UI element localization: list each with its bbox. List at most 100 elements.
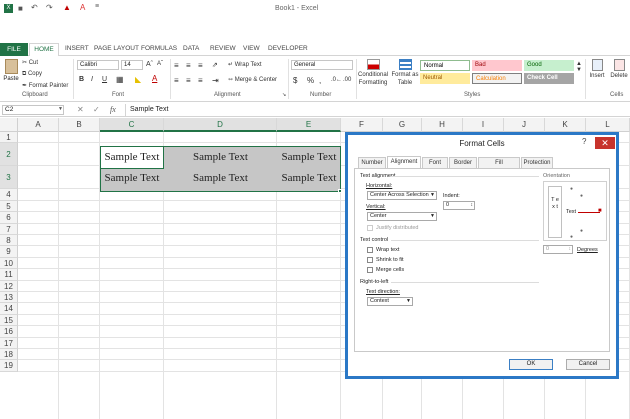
merge-center-button[interactable]: ⇿ Merge & Center	[228, 76, 277, 83]
orientation-icon[interactable]: ⇗	[212, 61, 218, 69]
shrink-to-fit-checkbox[interactable]	[367, 257, 373, 263]
format-painter-button[interactable]: ✒ Format Painter	[22, 82, 68, 89]
ok-button[interactable]: OK	[509, 359, 553, 370]
cancel-entry-icon[interactable]: ✕	[77, 105, 84, 114]
wrap-text-button[interactable]: ↵ Wrap Text	[228, 61, 262, 68]
style-calculation[interactable]: Calculation	[472, 73, 522, 84]
row-header-4[interactable]: 4	[0, 189, 18, 201]
row-header-16[interactable]: 16	[0, 326, 18, 338]
font-color-quick-icon[interactable]: ▲	[63, 3, 71, 12]
undo-icon[interactable]: ↶	[31, 3, 38, 12]
tab-insert[interactable]: INSERT	[65, 45, 89, 52]
style-normal[interactable]: Normal	[420, 60, 470, 71]
format-as-table-button[interactable]: Format as Table	[391, 59, 419, 87]
row-header-8[interactable]: 8	[0, 235, 18, 247]
tab-protection[interactable]: Protection	[521, 157, 553, 168]
delete-cells-button[interactable]: Delete	[608, 59, 630, 79]
italic-button[interactable]: I	[91, 76, 93, 83]
horizontal-select[interactable]: Center Across Selection ▼	[367, 191, 437, 200]
number-format-combo[interactable]: General	[291, 60, 353, 70]
cell-e3[interactable]: Sample Text	[277, 169, 341, 192]
row-header-5[interactable]: 5	[0, 200, 18, 213]
row-header-3[interactable]: 3	[0, 166, 18, 190]
row-header-10[interactable]: 10	[0, 257, 18, 270]
row-header-7[interactable]: 7	[0, 223, 18, 235]
font-color-icon[interactable]: A	[152, 74, 157, 83]
font-name-combo[interactable]: Calibri	[77, 60, 119, 70]
column-header-l[interactable]: L	[586, 118, 630, 132]
select-all-corner[interactable]	[0, 118, 18, 132]
row-header-12[interactable]: 12	[0, 280, 18, 292]
tab-fill[interactable]: Fill	[478, 157, 520, 168]
formula-input[interactable]: Sample Text	[125, 104, 630, 116]
row-header-9[interactable]: 9	[0, 246, 18, 258]
insert-function-icon[interactable]: fx	[110, 105, 116, 114]
row-header-19[interactable]: 19	[0, 360, 18, 372]
tab-review[interactable]: REVIEW	[210, 45, 236, 52]
column-header-d[interactable]: D	[164, 118, 277, 132]
tab-border[interactable]: Border	[449, 157, 477, 168]
column-header-e[interactable]: E	[277, 118, 341, 132]
cell-d2[interactable]: Sample Text	[164, 146, 277, 169]
underline-button[interactable]: U	[102, 76, 107, 83]
vertical-text-orientation-button[interactable]: T e x t	[548, 186, 562, 238]
row-header-17[interactable]: 17	[0, 337, 18, 349]
font-size-combo[interactable]: 14	[121, 60, 143, 70]
row-header-11[interactable]: 11	[0, 269, 18, 281]
column-header-g[interactable]: G	[383, 118, 422, 132]
column-header-f[interactable]: F	[341, 118, 383, 132]
shrink-font-icon[interactable]: Aˇ	[157, 61, 163, 67]
cell-c3[interactable]: Sample Text	[100, 169, 164, 192]
conditional-formatting-button[interactable]: Conditional Formatting	[357, 59, 389, 87]
tab-font[interactable]: Font	[422, 157, 448, 168]
tab-number[interactable]: Number	[358, 157, 386, 168]
row-header-1[interactable]: 1	[0, 132, 18, 144]
confirm-entry-icon[interactable]: ✓	[93, 105, 100, 114]
row-header-14[interactable]: 14	[0, 303, 18, 315]
increase-decimal-icon[interactable]: .0←	[331, 77, 342, 83]
column-header-c[interactable]: C	[100, 118, 164, 132]
tab-home[interactable]: HOME	[29, 43, 59, 56]
column-header-b[interactable]: B	[59, 118, 100, 132]
tab-page-layout[interactable]: PAGE LAYOUT	[94, 45, 139, 52]
fill-color-icon[interactable]: ◣	[135, 75, 141, 84]
align-right-icon[interactable]: ≡	[198, 76, 203, 85]
cancel-button[interactable]: Cancel	[566, 359, 610, 370]
tab-view[interactable]: VIEW	[243, 45, 260, 52]
customize-qat-icon[interactable]: ≡	[95, 3, 99, 10]
insert-cells-button[interactable]: Insert	[588, 59, 606, 79]
paste-button[interactable]: Paste	[3, 59, 19, 89]
bold-button[interactable]: B	[79, 76, 84, 83]
column-header-i[interactable]: I	[463, 118, 504, 132]
name-box[interactable]: C2	[2, 105, 64, 115]
column-header-j[interactable]: J	[504, 118, 545, 132]
style-good[interactable]: Good	[524, 60, 574, 71]
align-left-icon[interactable]: ≡	[174, 76, 179, 85]
vertical-select[interactable]: Center ▼	[367, 212, 437, 221]
indent-spinner[interactable]: 0 ↕	[443, 201, 475, 210]
column-header-a[interactable]: A	[18, 118, 59, 132]
comma-button[interactable]: ,	[319, 76, 321, 85]
column-header-k[interactable]: K	[545, 118, 586, 132]
tab-alignment[interactable]: Alignment	[387, 156, 421, 168]
tab-file[interactable]: FILE	[0, 43, 28, 56]
style-neutral[interactable]: Neutral	[420, 73, 470, 84]
degrees-spinner[interactable]: 0 ↕	[543, 245, 573, 254]
align-top-icon[interactable]: ≡	[174, 61, 179, 70]
row-header-2[interactable]: 2	[0, 143, 18, 167]
cut-button[interactable]: ✂ Cut	[22, 59, 38, 66]
cell-c2[interactable]: Sample Text	[100, 146, 164, 169]
fill-color-quick-icon[interactable]: A	[80, 3, 85, 12]
cell-e2[interactable]: Sample Text	[277, 146, 341, 169]
align-middle-icon[interactable]: ≡	[186, 61, 191, 70]
indent-icon[interactable]: ⇥	[212, 76, 219, 85]
tab-data[interactable]: DATA	[183, 45, 199, 52]
wrap-text-checkbox[interactable]	[367, 247, 373, 253]
currency-button[interactable]: $	[293, 76, 297, 85]
cell-d3[interactable]: Sample Text	[164, 169, 277, 192]
copy-button[interactable]: ⧉ Copy	[22, 71, 42, 78]
align-center-icon[interactable]: ≡	[186, 76, 191, 85]
orientation-dial[interactable]: ● ● Text ■ ● ●	[566, 186, 604, 240]
help-icon[interactable]: ?	[582, 137, 586, 146]
save-icon[interactable]: ■	[18, 4, 23, 13]
